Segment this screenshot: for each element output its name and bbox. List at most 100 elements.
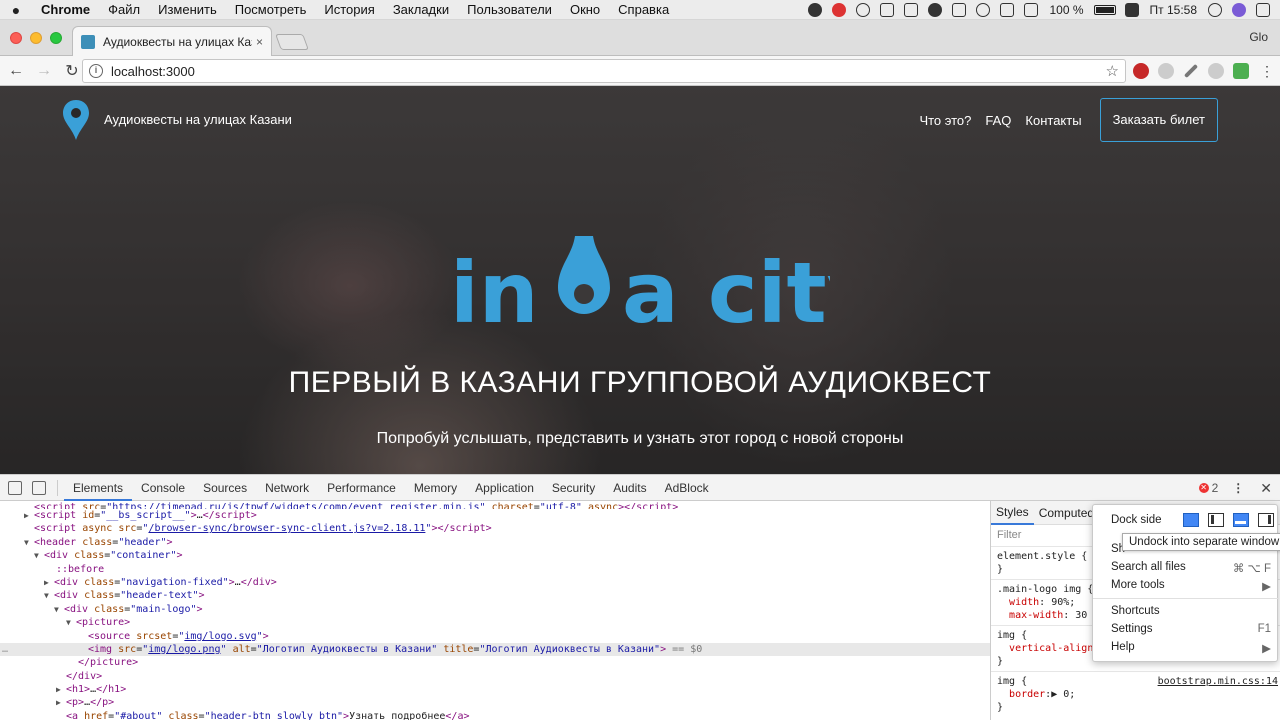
dom-line[interactable]: ▶ <h1>…</h1> [0,683,990,696]
input-source-icon[interactable] [1124,3,1139,17]
elements-tree[interactable]: <script src="https://timepad.ru/js/tpwf/… [0,501,990,720]
devtools-close-icon[interactable]: ✕ [1260,480,1272,497]
menu-item-shortcuts[interactable]: Shortcuts [1111,605,1271,617]
dom-line-selected[interactable]: … <img src="img/logo.png" alt="Логотип Ау… [0,642,990,657]
nav-link-about[interactable]: Что это? [919,113,971,128]
nav-link-faq[interactable]: FAQ [985,113,1011,128]
undock-icon[interactable] [1183,513,1199,527]
address-bar[interactable]: i localhost:3000 ☆ [82,59,1126,83]
dom-line[interactable]: ▼ <div class="header-text"> [0,589,990,602]
window-minimize-button[interactable] [30,32,42,44]
tab-console[interactable]: Console [132,475,194,501]
tray-sync-icon[interactable] [880,3,895,17]
dom-line[interactable]: </div> [0,670,990,683]
dom-line[interactable]: ▼ <div class="main-logo"> [0,603,990,616]
tab-audits[interactable]: Audits [604,475,655,501]
battery-icon[interactable] [1093,5,1116,15]
menu-file[interactable]: Файл [99,2,149,17]
order-ticket-button[interactable]: Заказать билет [1099,98,1218,142]
menu-help[interactable]: Справка [609,2,678,17]
tab-close-icon[interactable]: × [256,35,263,49]
site-hero: Аудиоквесты на улицах Казани Что это? FA… [0,86,1280,474]
tray-app2-icon[interactable] [904,3,919,17]
devtools-menu-icon[interactable]: ⋮ [1232,481,1244,495]
tray-lastpass-icon[interactable] [832,3,847,17]
apple-menu-icon[interactable]: ● [0,2,32,18]
tab-network[interactable]: Network [256,475,318,501]
tab-application[interactable]: Application [466,475,543,501]
gear-extension-icon[interactable] [1158,63,1174,79]
browser-tab[interactable]: Аудиоквесты на улицах Казани × [72,26,272,56]
dom-line[interactable]: <a href="#about" class="header-btn slowl… [0,710,990,720]
tab-performance[interactable]: Performance [318,475,405,501]
dom-line[interactable]: ::before [0,563,990,576]
wifi-icon[interactable] [976,3,991,17]
inspect-element-icon[interactable] [8,480,22,495]
profile-button[interactable]: Glo [1249,30,1268,44]
dom-line[interactable]: ▶ <div class="navigation-fixed">…</div> [0,576,990,589]
dom-line[interactable]: ▶ <p>…</p> [0,696,990,709]
menu-item-settings[interactable]: Settings F1 [1111,623,1271,635]
dom-line[interactable]: <script async src="/browser-sync/browser… [0,522,990,535]
tray-cloud-icon[interactable] [928,3,943,17]
reload-button[interactable]: ↻ [60,61,84,81]
clock[interactable]: Пт 15:58 [1150,3,1197,17]
siri-icon[interactable] [1232,3,1246,17]
menu-people[interactable]: Пользователи [458,2,561,17]
tab-computed[interactable]: Computed [1034,506,1099,520]
dom-line[interactable]: ▶ <script id="__bs_script__">…</script> [0,509,990,522]
tray-app3-icon[interactable] [952,3,967,17]
window-close-button[interactable] [10,32,22,44]
spotlight-icon[interactable] [1208,3,1222,17]
dom-line[interactable]: ▼ <div class="container"> [0,549,990,562]
menu-history[interactable]: История [315,2,383,17]
tray-app-icon[interactable] [808,3,823,17]
extension-icon[interactable] [1208,63,1224,79]
tray-cc-icon[interactable] [856,3,871,17]
menu-window[interactable]: Окно [561,2,609,17]
chrome-menu-icon[interactable]: ⋮ [1260,63,1274,79]
tab-styles[interactable]: Styles [991,501,1034,525]
dom-line[interactable]: </picture> [0,656,990,669]
lastpass-extension-icon[interactable] [1133,63,1149,79]
eyedropper-extension-icon[interactable] [1183,63,1199,79]
menu-edit[interactable]: Изменить [149,2,226,17]
error-count-badge[interactable]: ✕ 2 [1198,481,1218,495]
tab-security[interactable]: Security [543,475,604,501]
forward-button[interactable]: → [32,62,56,80]
menu-item-more-tools[interactable]: More tools ▶ [1111,579,1271,593]
menu-item-search-all-files[interactable]: Search all files ⌘ ⌥ F [1111,561,1271,575]
dom-line[interactable]: <script src="https://timepad.ru/js/tpwf/… [0,501,990,509]
tab-strip: Аудиоквесты на улицах Казани × Glo [0,20,1280,56]
dock-right-icon[interactable] [1258,513,1274,527]
tab-adblock[interactable]: AdBlock [656,475,718,501]
window-maximize-button[interactable] [50,32,62,44]
dom-line[interactable]: <source srcset="img/logo.svg"> [0,630,990,643]
tab-elements[interactable]: Elements [64,475,133,501]
url-text[interactable]: localhost:3000 [111,64,1106,79]
menu-view[interactable]: Посмотреть [226,2,316,17]
nav-link-contacts[interactable]: Контакты [1025,113,1081,128]
device-toolbar-icon[interactable] [32,480,46,495]
back-button[interactable]: ← [4,62,28,80]
menu-item-help[interactable]: Help ▶ [1111,641,1271,655]
bookmark-star-icon[interactable]: ☆ [1106,62,1119,80]
site-name[interactable]: Аудиоквесты на улицах Казани [104,112,292,127]
airplay-icon[interactable] [1000,3,1015,17]
volume-icon[interactable] [1024,3,1039,17]
style-rule[interactable]: img {bootstrap.min.css:14 border:▶ 0;} [991,672,1280,717]
dock-bottom-icon[interactable] [1233,513,1249,527]
tab-sources[interactable]: Sources [194,475,256,501]
dock-left-icon[interactable] [1208,513,1224,527]
site-logo-icon[interactable] [62,98,90,142]
dom-line[interactable]: ▼ <header class="header"> [0,536,990,549]
stylesheet-source-link[interactable]: bootstrap.min.css:14 [1158,675,1278,688]
new-tab-button[interactable] [275,34,309,50]
dom-line[interactable]: ▼ <picture> [0,616,990,629]
green-extension-icon[interactable] [1233,63,1249,79]
notification-center-icon[interactable] [1256,3,1270,17]
tab-memory[interactable]: Memory [405,475,466,501]
menu-bookmarks[interactable]: Закладки [384,2,458,17]
menu-chrome[interactable]: Chrome [32,2,99,17]
site-info-icon[interactable]: i [89,64,103,78]
